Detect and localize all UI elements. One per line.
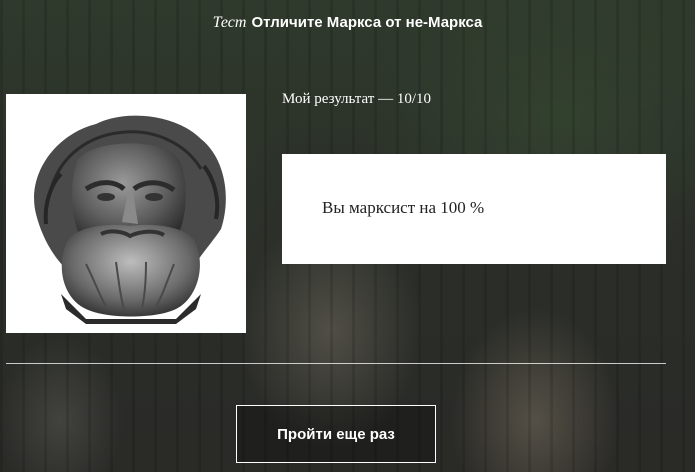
marx-bust-illustration: [34, 115, 226, 324]
test-label: Тест: [212, 14, 247, 31]
retry-button[interactable]: Пройти еще раз: [236, 405, 436, 463]
result-card: Вы марксист на 100 %: [282, 154, 666, 264]
result-score-label: Мой результат — 10/10: [282, 91, 432, 107]
quiz-title: Отличите Маркса от не-Маркса: [251, 14, 483, 31]
result-text: Вы марксист на 100 %: [322, 198, 485, 217]
quiz-header: Тест Отличите Маркса от не-Маркса: [0, 14, 695, 32]
marx-bust-image: [6, 94, 246, 333]
divider: [6, 363, 666, 364]
